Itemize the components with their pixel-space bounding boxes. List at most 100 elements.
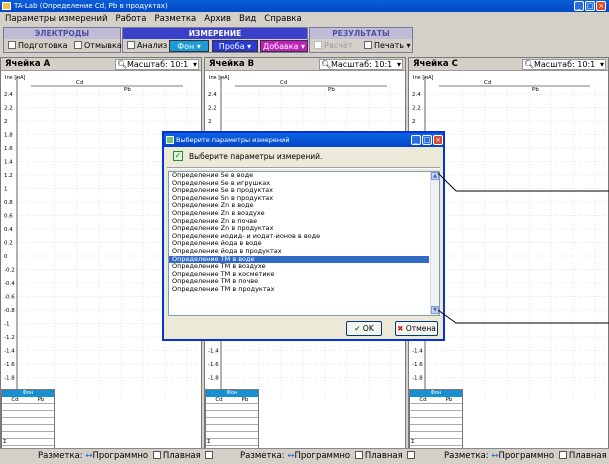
y-tick-label: -1.2 <box>4 335 15 341</box>
electrodes-group: ЭЛЕКТРОДЫ Подготовка Отмывка <box>3 27 124 53</box>
y-tick-label: -1.4 <box>4 349 15 355</box>
scale-dropdown[interactable]: 🔍︎ Масштаб: 10:1 ▾ <box>522 59 606 70</box>
y-tick-label: -1.4 <box>208 349 219 355</box>
prep-button[interactable]: Подготовка <box>6 40 70 52</box>
menu-work[interactable]: Работа <box>111 14 150 24</box>
y-tick-label: 2 <box>208 119 212 125</box>
cell-title: Ячейка A <box>5 59 51 69</box>
dialog-icon <box>166 136 174 144</box>
y-tick-label: 2 <box>4 119 8 125</box>
pb-marker: Pb <box>532 87 539 93</box>
menu-view[interactable]: Вид <box>234 14 259 24</box>
table-row <box>410 425 462 432</box>
results-group: РЕЗУЛЬТАТЫ Расчёт Печать ▾ <box>309 27 413 53</box>
menu-params[interactable]: Параметры измерений <box>0 14 111 24</box>
sample-button[interactable]: Проба ▾ <box>212 40 258 52</box>
measurement-group: ИЗМЕРЕНИЕ Анализ Фон ▾ Проба ▾ Добавка ▾ <box>122 27 308 53</box>
cross-icon: ✖ <box>397 324 404 333</box>
table-header: Фон <box>206 390 258 397</box>
smooth-checkbox[interactable] <box>152 451 161 459</box>
table-columns: Cd Pb <box>2 397 54 404</box>
select-params-dialog: Выберите параметры измерений _ □ × ✓ Выб… <box>162 131 445 341</box>
table-header: Фон <box>2 390 54 397</box>
cancel-button[interactable]: ✖ Отмена <box>395 321 438 336</box>
params-list: Определение Se в воде Определение Se в иг… <box>169 172 439 294</box>
electrode-icon <box>8 41 16 49</box>
background-button[interactable]: Фон ▾ <box>169 40 209 52</box>
y-tick-label: 1.6 <box>4 146 13 152</box>
electrodes-title: ЭЛЕКТРОДЫ <box>4 28 120 39</box>
params-listbox[interactable]: Определение Se в воде Определение Se в иг… <box>168 171 440 316</box>
pb-marker: Pb <box>328 87 335 93</box>
menu-markup[interactable]: Разметка <box>149 14 199 24</box>
table-sum-row: Σ <box>206 439 258 446</box>
smooth-checkbox[interactable] <box>354 451 363 459</box>
status-bar: Разметка: ↔Программно Плавная Разметка: … <box>0 448 609 464</box>
cell-title: Ячейка C <box>413 59 458 69</box>
addition-button[interactable]: Добавка ▾ <box>260 40 308 52</box>
relax-button[interactable]: Отмывка <box>72 40 124 52</box>
y-axis-label: Iпк [мА] <box>5 75 25 81</box>
y-axis-label: Iпк [мА] <box>413 75 433 81</box>
window-title-bar: TA-Lab (Определение Cd, Pb в продуктах) … <box>0 0 609 12</box>
list-item[interactable]: Определение ТМ в продуктах <box>169 285 429 294</box>
y-tick-label: 1.8 <box>4 133 13 139</box>
grid-icon[interactable] <box>407 451 416 459</box>
maximize-button[interactable]: □ <box>585 1 595 11</box>
checklist-icon: ✓ <box>173 151 183 161</box>
table-row <box>2 411 54 418</box>
results-table[interactable]: Фон Cd Pb Σ <box>409 389 463 453</box>
table-sum-row: Σ <box>2 439 54 446</box>
scale-dropdown[interactable]: 🔍︎ Масштаб: 10:1 ▾ <box>115 59 199 70</box>
y-tick-label: -1.6 <box>4 362 15 368</box>
table-row <box>410 411 462 418</box>
y-tick-label: 1.2 <box>4 173 13 179</box>
table-columns: Cd Pb <box>206 397 258 404</box>
close-button[interactable]: × <box>596 1 606 11</box>
measurement-title: ИЗМЕРЕНИЕ <box>123 28 307 39</box>
table-row <box>410 418 462 425</box>
y-tick-label: -0.4 <box>4 281 15 287</box>
menu-archive[interactable]: Архив <box>199 14 234 24</box>
ok-button[interactable]: ✔ OK <box>346 321 382 336</box>
y-tick-label: 0.2 <box>4 241 13 247</box>
dialog-minimize-button[interactable]: _ <box>411 135 421 145</box>
table-row <box>206 425 258 432</box>
table-row <box>410 404 462 411</box>
calc-button[interactable]: Расчёт <box>312 40 354 52</box>
dialog-close-button[interactable]: × <box>433 135 443 145</box>
y-tick-label: -0.2 <box>4 268 15 274</box>
print-button[interactable]: Печать ▾ <box>362 40 413 52</box>
results-table[interactable]: Фон Cd Pb Σ <box>205 389 259 453</box>
chevron-down-icon: ▾ <box>192 60 197 69</box>
mode-programmatic[interactable]: Программно <box>294 451 350 461</box>
grid-icon[interactable] <box>205 451 214 459</box>
menu-help[interactable]: Справка <box>259 14 304 24</box>
y-tick-label: 2.2 <box>412 106 421 112</box>
scale-dropdown[interactable]: 🔍︎ Масштаб: 10:1 ▾ <box>319 59 403 70</box>
cd-marker: Cd <box>76 80 83 86</box>
separator <box>167 167 440 169</box>
mode-programmatic[interactable]: Программно <box>498 451 554 461</box>
table-row <box>2 404 54 411</box>
y-tick-label: -1.8 <box>412 376 423 382</box>
printer-icon <box>364 41 372 49</box>
smooth-checkbox[interactable] <box>558 451 567 459</box>
y-tick-label: -0.6 <box>4 295 15 301</box>
minimize-button[interactable]: _ <box>574 1 584 11</box>
cell-header: Ячейка B 🔍︎ Масштаб: 10:1 ▾ <box>205 58 405 71</box>
table-row <box>410 432 462 439</box>
dialog-maximize-button[interactable]: □ <box>422 135 432 145</box>
table-row <box>206 404 258 411</box>
status-a: Разметка: ↔Программно Плавная <box>38 451 215 461</box>
report-icon <box>127 41 135 49</box>
y-tick-label: 2.2 <box>4 106 13 112</box>
mode-programmatic[interactable]: Программно <box>92 451 148 461</box>
cell-header: Ячейка C 🔍︎ Масштаб: 10:1 ▾ <box>409 58 608 71</box>
results-title: РЕЗУЛЬТАТЫ <box>310 28 412 39</box>
results-table[interactable]: Фон Cd Pb Σ <box>1 389 55 453</box>
y-tick-label: -1.6 <box>208 362 219 368</box>
analysis-button[interactable]: Анализ <box>125 40 169 52</box>
pb-marker: Pb <box>124 87 131 93</box>
dialog-prompt: Выберите параметры измерений. <box>189 152 323 161</box>
